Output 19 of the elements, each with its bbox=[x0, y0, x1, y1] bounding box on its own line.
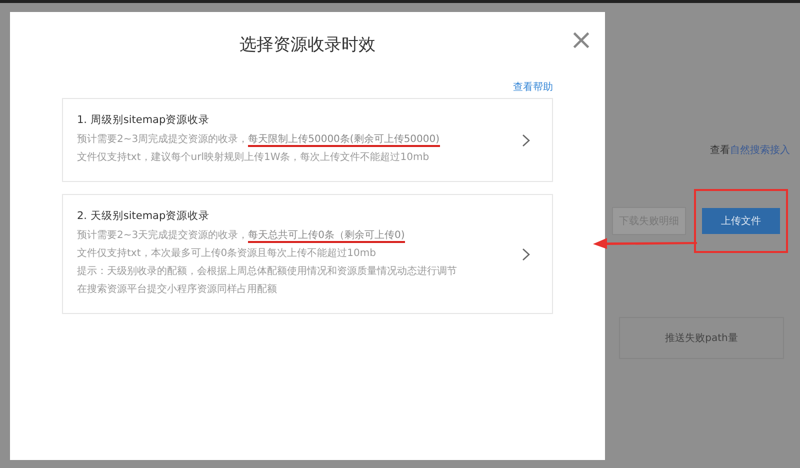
help-link[interactable]: 查看帮助 bbox=[513, 82, 553, 93]
option-description: 预计需要2~3天完成提交资源的收录， bbox=[77, 230, 248, 241]
integration-link[interactable]: 自然搜索接入 bbox=[730, 145, 790, 156]
option-card[interactable]: 1. 周级别sitemap资源收录 预计需要2~3周完成提交资源的收录，每天限制上传50000条(剩余可上传50000) 文件仅支持txt，建议每个url映射规则上传1W条，每次上传文件不能超过10mb bbox=[62, 98, 553, 182]
option-title: 2. 天级别sitemap资源收录 bbox=[77, 209, 211, 223]
option-description: 在搜索资源平台提交小程序资源同样占用配额 bbox=[77, 284, 277, 295]
option-description: 提示：天级别收录的配额，会根据上周总体配额使用情况和资源质量情况动态进行调节 bbox=[77, 266, 457, 277]
option-description: 文件仅支持txt，建议每个url映射规则上传1W条，每次上传文件不能超过10mb bbox=[77, 152, 430, 163]
link-prefix: 查看 bbox=[710, 145, 730, 156]
option-title: 1. 周级别sitemap资源收录 bbox=[77, 113, 211, 127]
upload-button[interactable]: 上传文件 bbox=[702, 208, 780, 234]
option-card[interactable]: 2. 天级别sitemap资源收录 预计需要2~3天完成提交资源的收录，每天总共可上传0条（剩余可上传0) 文件仅支持txt，本次最多可上传0条资源且每次上传不能超过10mb 提示：天级别收录的配额，会根据上周总体配额使用情况和资源质量情况动态进行调节 在搜索资源平台提交小程序资源同样占用配额 bbox=[62, 194, 553, 314]
option-description: 每天限制上传50000条(剩余可上传50000) bbox=[248, 134, 440, 147]
close-button[interactable]: × bbox=[570, 26, 593, 54]
column-header: 推送失败path量 bbox=[665, 332, 738, 345]
option-description: 每天总共可上传0条（剩余可上传0) bbox=[248, 230, 405, 243]
option-description: 文件仅支持txt，本次最多可上传0条资源且每次上传不能超过10mb bbox=[77, 248, 376, 259]
dialog-title: 选择资源收录时效 bbox=[240, 34, 376, 56]
option-description: 预计需要2~3周完成提交资源的收录， bbox=[77, 134, 248, 145]
